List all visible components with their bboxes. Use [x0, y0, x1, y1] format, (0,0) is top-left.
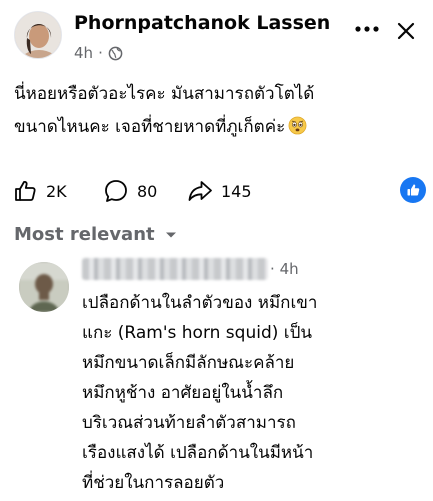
comment-text-line: บริเวณส่วนท้ายลำตัวสามารถ [82, 413, 296, 433]
meta-separator: · [98, 44, 103, 62]
share-button[interactable]: 145 [187, 172, 252, 210]
author-name[interactable]: Phornpatchanok Lassen [74, 12, 330, 34]
chevron-down-icon [165, 232, 176, 237]
comment-text-line: เรืองแสงได้ เปลือกด้านในมีหน้า [82, 443, 314, 463]
post-meta: 4h · [74, 44, 123, 62]
comment-separator: · [270, 260, 275, 278]
globe-icon [108, 46, 123, 60]
post-text-line-content: ขนาดไหนคะ เจอที่ชายหาดที่ภูเก็ตค่ะ [14, 117, 286, 137]
share-count: 145 [221, 181, 252, 201]
comment-text-line: หมึกหูช้าง อาศัยอยู่ในน้ำลึก [82, 383, 284, 403]
more-dots-icon [355, 26, 379, 32]
post-text-line: นี่หอยหรือตัวอะไรคะ มันสามารถตัวโตได้ [14, 84, 315, 104]
like-reaction-badge[interactable] [400, 177, 426, 203]
comment-text-line: หมึกขนาดเล็กมีลักษณะคล้าย [82, 353, 295, 373]
comment-bubble-icon [105, 180, 127, 202]
commenter-name-redacted[interactable] [82, 258, 268, 280]
share-arrow-icon [188, 181, 212, 201]
like-count: 2K [46, 181, 67, 201]
comment-text-line: เปลือกด้านในลำตัวของ หมึกเขา [82, 293, 318, 313]
comment-sort-dropdown[interactable]: Most relevant [14, 224, 177, 245]
comment-time-value: 4h [279, 260, 299, 278]
author-avatar[interactable] [14, 11, 62, 59]
comment-count: 80 [137, 181, 158, 201]
sort-label: Most relevant [14, 224, 155, 245]
comment-button[interactable]: 80 [103, 172, 157, 210]
post-text-line: ขนาดไหนคะ เจอที่ชายหาดที่ภูเก็ตค่ะ [14, 111, 419, 144]
close-button[interactable] [392, 17, 420, 45]
thumbs-up-icon [407, 184, 420, 196]
post-text: นี่หอยหรือตัวอะไรคะ มันสามารถตัวโตได้ ขน… [14, 78, 419, 144]
thumbs-up-icon [15, 180, 36, 201]
close-icon [397, 22, 415, 40]
comment-text-line: แกะ (Ram's horn squid) เป็น [82, 323, 313, 343]
post-header: Phornpatchanok Lassen 4h · [0, 0, 433, 70]
comment-text: เปลือกด้านในลำตัวของ หมึกเขา แกะ (Ram's … [82, 288, 427, 498]
more-options-button[interactable] [350, 17, 384, 41]
comment-item: · 4h เปลือกด้านในลำตัวของ หมึกเขา แกะ (R… [0, 254, 433, 501]
like-button[interactable]: 2K [12, 172, 67, 210]
comment-time[interactable]: · 4h [270, 260, 299, 278]
post-actions: 2K 80 145 [0, 172, 433, 210]
worried-face-emoji-icon [288, 116, 307, 135]
commenter-avatar[interactable] [19, 262, 69, 312]
comment-text-line: ที่ช่วยในการลอยตัว [82, 473, 225, 493]
post-time[interactable]: 4h [74, 44, 93, 62]
